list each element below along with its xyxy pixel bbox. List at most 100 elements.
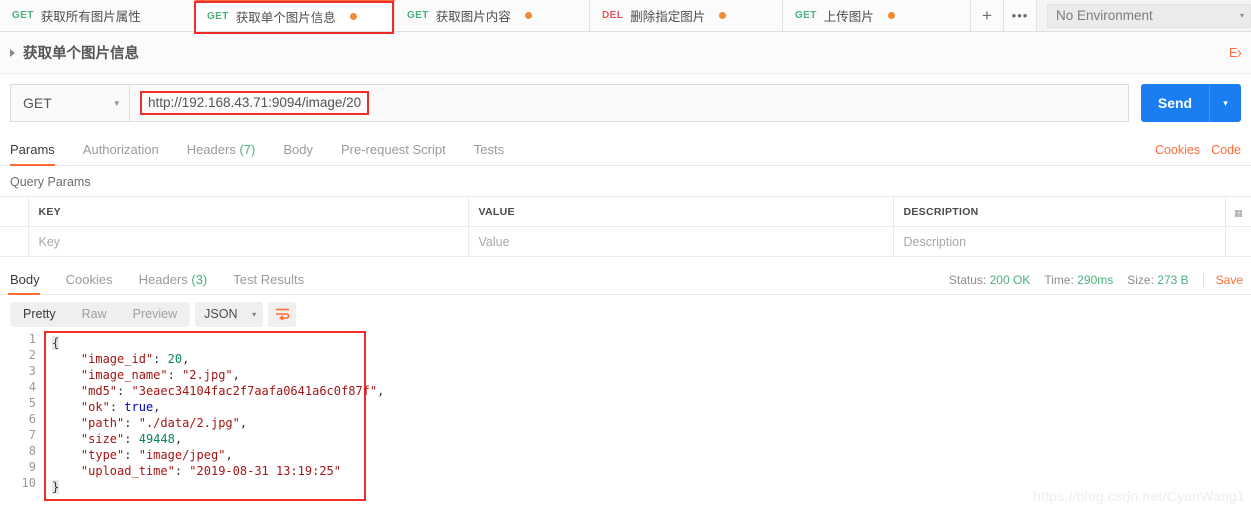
line-number: 3 — [28, 364, 36, 378]
unsaved-dot-2 — [349, 13, 357, 20]
http-method-select[interactable]: GET ▾ — [10, 84, 130, 122]
tab-headers-label: Headers — [186, 142, 236, 157]
view-mode-preview[interactable]: Preview — [120, 302, 190, 327]
request-tab-5[interactable]: GET 上传图片 — [783, 0, 971, 31]
request-right-links: Cookies Code — [1155, 143, 1243, 165]
save-response-link[interactable]: Save — [1202, 273, 1243, 287]
column-header-description: DESCRIPTION — [892, 196, 1226, 227]
new-tab-button[interactable]: + — [971, 0, 1004, 31]
tab-title-1: 获取所有图片属性 — [40, 10, 141, 24]
tab-params-label: Params — [10, 142, 55, 157]
environment-label: No Environment — [1056, 8, 1153, 23]
tab-title-4: 删除指定图片 — [630, 10, 706, 24]
response-tab-cookies-label: Cookies — [65, 272, 113, 287]
json-line: } — [52, 480, 60, 494]
param-description-input[interactable]: Description — [892, 226, 1226, 257]
json-line: "path": "./data/2.jpg", — [80, 416, 248, 430]
request-tab-3[interactable]: GET 获取图片内容 — [395, 0, 590, 31]
url-input[interactable]: http://192.168.43.71:9094/image/20 — [130, 84, 1129, 122]
view-mode-pretty[interactable]: Pretty — [10, 302, 69, 327]
response-tab-test-results-label: Test Results — [233, 272, 305, 287]
tab-method-5: GET — [795, 10, 817, 21]
status-badge: Status: 200 OK — [948, 273, 1031, 287]
tab-method-3: GET — [407, 10, 429, 21]
param-value-placeholder: Value — [478, 234, 510, 249]
cookies-link[interactable]: Cookies — [1155, 143, 1200, 157]
tab-method-4: DEL — [602, 10, 624, 21]
tab-tests-label: Tests — [473, 142, 505, 157]
response-tab-test-results[interactable]: Test Results — [220, 272, 317, 294]
json-line: "image_id": 20, — [80, 352, 190, 366]
status-value: 200 OK — [989, 273, 1031, 287]
chevron-down-icon: ▾ — [114, 97, 119, 108]
request-tab-2-active[interactable]: GET 获取单个图片信息 — [195, 0, 395, 31]
tab-params[interactable]: Params — [8, 142, 69, 166]
tab-headers-count: (7) — [239, 142, 256, 157]
select-all-cell — [0, 196, 29, 227]
view-mode-raw[interactable]: Raw — [69, 302, 120, 327]
json-value-type: image/jpeg — [145, 448, 219, 462]
tab-body-label: Body — [283, 142, 313, 157]
tab-title-2: 获取单个图片信息 — [235, 11, 336, 25]
param-key-placeholder: Key — [38, 234, 61, 249]
response-tab-headers[interactable]: Headers (3) — [126, 272, 221, 294]
tab-options-icon[interactable]: ••• — [1004, 0, 1037, 31]
response-format-value: JSON — [204, 307, 238, 321]
json-value-ok: true — [124, 400, 154, 414]
tab-pre-request-script[interactable]: Pre-request Script — [327, 142, 460, 165]
response-tab-headers-label: Headers — [138, 272, 188, 287]
response-tab-cookies[interactable]: Cookies — [53, 272, 126, 294]
row-checkbox-cell[interactable] — [0, 226, 29, 257]
column-header-key: KEY — [27, 196, 469, 227]
code-link[interactable]: Code — [1211, 143, 1241, 157]
line-number: 5 — [28, 396, 36, 410]
tab-authorization[interactable]: Authorization — [69, 142, 173, 165]
size-badge: Size: 273 B — [1127, 273, 1189, 287]
json-value-upload-time: 2019-08-31 13:19:25 — [196, 464, 334, 478]
url-bar: GET ▾ http://192.168.43.71:9094/image/20… — [0, 74, 1251, 132]
line-number: 8 — [28, 444, 36, 458]
response-tab-body[interactable]: Body — [8, 272, 53, 295]
tab-method-1: GET — [12, 10, 34, 21]
tab-authorization-label: Authorization — [82, 142, 159, 157]
examples-link[interactable]: Examples — [1229, 46, 1241, 60]
environment-selector[interactable]: No Environment ▾ — [1047, 3, 1251, 28]
bulk-edit-icon[interactable]: ▦ — [1224, 196, 1251, 227]
line-number: 2 — [28, 348, 36, 362]
json-code-block: { "image_id": 20, "image_name": "2.jpg",… — [44, 331, 384, 501]
json-line: "image_name": "2.jpg", — [80, 368, 240, 382]
tab-body[interactable]: Body — [269, 142, 327, 165]
response-meta: Status: 200 OK Time: 290ms Size: 273 B S… — [949, 273, 1243, 294]
watermark: https://blog.csdn.net/CyanWang1 — [1033, 488, 1245, 504]
column-header-value: VALUE — [467, 196, 894, 227]
response-tab-headers-count: (3) — [191, 272, 208, 287]
expand-triangle-icon[interactable] — [10, 48, 15, 57]
response-body-viewer[interactable]: 1 2 3 4 5 6 7 8 9 10 { "image_id": 20, "… — [0, 329, 1251, 501]
send-options-chevron-icon[interactable]: ▾ — [1209, 84, 1241, 122]
param-key-input[interactable]: Key — [27, 226, 469, 257]
time-badge: Time: 290ms — [1044, 273, 1114, 287]
json-value-md5: 3eaec34104fac2f7aafa0641a6c0f87f — [138, 384, 370, 398]
request-tab-4[interactable]: DEL 删除指定图片 — [590, 0, 783, 31]
environment-area: No Environment ▾ — [1037, 0, 1251, 31]
unsaved-dot-3 — [524, 12, 532, 19]
send-group: Send ▾ — [1141, 84, 1241, 122]
json-value-size: 49448 — [138, 432, 175, 446]
chevron-down-icon: ▾ — [1239, 11, 1244, 20]
request-tab-1[interactable]: GET 获取所有图片属性 — [0, 0, 195, 31]
tab-headers[interactable]: Headers (7) — [173, 142, 270, 165]
query-params-label: Query Params — [10, 175, 91, 189]
line-number: 6 — [28, 412, 36, 426]
param-description-placeholder: Description — [903, 234, 967, 249]
json-line: { — [52, 336, 60, 350]
query-params-table: KEY VALUE DESCRIPTION ▦ Key Value Descri… — [0, 196, 1251, 257]
tab-tests[interactable]: Tests — [460, 142, 518, 165]
send-button[interactable]: Send — [1141, 84, 1209, 122]
param-value-input[interactable]: Value — [467, 226, 894, 257]
json-line: "upload_time": "2019-08-31 13:19:25" — [80, 464, 342, 478]
response-format-select[interactable]: JSON ▾ — [195, 301, 264, 327]
line-number: 1 — [28, 332, 36, 346]
word-wrap-icon[interactable] — [268, 301, 297, 327]
json-value-image-id: 20 — [167, 352, 183, 366]
line-number: 10 — [21, 476, 36, 490]
